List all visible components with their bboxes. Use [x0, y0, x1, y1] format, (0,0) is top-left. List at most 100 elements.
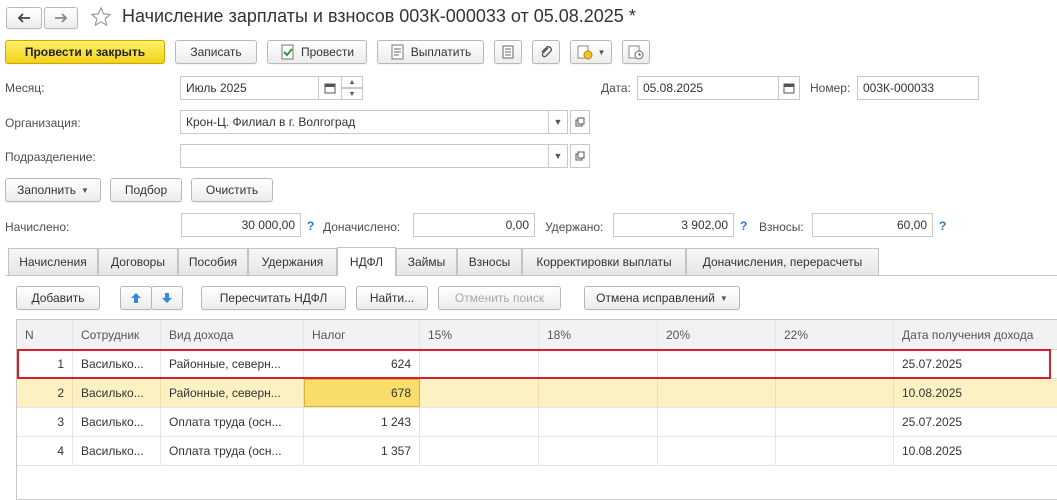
- column-header-n[interactable]: N: [17, 320, 73, 349]
- create-based-on-button[interactable]: ▼: [570, 40, 612, 64]
- cancel-corrections-button[interactable]: Отмена исправлений ▼: [584, 286, 740, 310]
- organization-open-button[interactable]: [570, 110, 590, 134]
- cell-20[interactable]: [658, 379, 776, 407]
- cell-income-date[interactable]: 10.08.2025: [894, 379, 1057, 407]
- accrued-field[interactable]: 30 000,00: [181, 213, 301, 237]
- tab-loans[interactable]: Займы: [396, 248, 457, 275]
- column-header-tax[interactable]: Налог: [304, 320, 420, 349]
- payment-doc-icon: [391, 44, 404, 60]
- save-button[interactable]: Записать: [175, 40, 257, 64]
- cell-employee[interactable]: Василько...: [73, 437, 161, 465]
- column-header-income-date[interactable]: Дата получения дохода: [894, 320, 1057, 349]
- cell-n[interactable]: 4: [17, 437, 73, 465]
- tab-recalculations[interactable]: Доначисления, перерасчеты: [686, 248, 879, 275]
- department-open-button[interactable]: [570, 144, 590, 168]
- column-header-20[interactable]: 20%: [658, 320, 776, 349]
- move-down-button[interactable]: [151, 286, 183, 310]
- number-field[interactable]: 003К-000033: [857, 76, 979, 100]
- favorite-star-icon[interactable]: [90, 6, 112, 28]
- month-spin-down-button[interactable]: ▼: [341, 88, 363, 100]
- back-button[interactable]: [6, 7, 42, 29]
- open-link-icon: [575, 151, 585, 161]
- cell-income-type[interactable]: Районные, северн...: [161, 379, 304, 407]
- forward-button[interactable]: [44, 7, 78, 29]
- cancel-corrections-label: Отмена исправлений: [596, 291, 715, 305]
- select-button[interactable]: Подбор: [110, 178, 182, 202]
- column-header-15[interactable]: 15%: [420, 320, 539, 349]
- tab-withholdings[interactable]: Удержания: [248, 248, 337, 275]
- column-header-employee[interactable]: Сотрудник: [73, 320, 161, 349]
- cell-income-date[interactable]: 10.08.2025: [894, 437, 1057, 465]
- month-calendar-button[interactable]: [318, 76, 342, 100]
- contributions-field[interactable]: 60,00: [812, 213, 933, 237]
- journal-button[interactable]: [494, 40, 522, 64]
- cell-employee[interactable]: Василько...: [73, 379, 161, 407]
- organization-label: Организация:: [5, 116, 81, 130]
- fill-button[interactable]: Заполнить ▼: [5, 178, 101, 202]
- pay-button[interactable]: Выплатить: [377, 40, 484, 64]
- cell-tax[interactable]: 1 243: [304, 408, 420, 436]
- attach-button[interactable]: [532, 40, 560, 64]
- department-field[interactable]: [180, 144, 549, 168]
- cell-18[interactable]: [539, 408, 658, 436]
- cell-20[interactable]: [658, 408, 776, 436]
- calendar-icon: [324, 83, 336, 94]
- chevron-down-icon: ▼: [719, 293, 728, 303]
- contributions-help-icon[interactable]: ?: [939, 219, 946, 233]
- post-button[interactable]: Провести: [267, 40, 367, 64]
- tab-payment-adjustments[interactable]: Корректировки выплаты: [522, 248, 686, 275]
- cell-tax[interactable]: 1 357: [304, 437, 420, 465]
- cell-22[interactable]: [776, 437, 894, 465]
- organization-field[interactable]: Крон-Ц. Филиал в г. Волгоград: [180, 110, 549, 134]
- cancel-search-button[interactable]: Отменить поиск: [438, 286, 561, 310]
- highlight-frame: [17, 349, 1051, 379]
- cell-income-type[interactable]: Оплата труда (осн...: [161, 408, 304, 436]
- table-row[interactable]: 3 Василько... Оплата труда (осн... 1 243…: [17, 408, 1057, 437]
- withheld-help-icon[interactable]: ?: [740, 219, 747, 233]
- table-row[interactable]: 2 Василько... Районные, северн... 678 10…: [17, 379, 1057, 408]
- department-dropdown-button[interactable]: ▼: [548, 144, 568, 168]
- cell-employee[interactable]: Василько...: [73, 408, 161, 436]
- organization-dropdown-button[interactable]: ▼: [548, 110, 568, 134]
- cell-n[interactable]: 2: [17, 379, 73, 407]
- column-header-22[interactable]: 22%: [776, 320, 894, 349]
- chevron-down-icon: ▼: [553, 117, 563, 127]
- report-button[interactable]: [622, 40, 650, 64]
- report-clock-icon: [628, 45, 644, 60]
- cell-15[interactable]: [420, 437, 539, 465]
- tab-accruals[interactable]: Начисления: [8, 248, 98, 275]
- cell-n[interactable]: 3: [17, 408, 73, 436]
- cell-22[interactable]: [776, 408, 894, 436]
- cell-22[interactable]: [776, 379, 894, 407]
- extra-accrued-field[interactable]: 0,00: [413, 213, 535, 237]
- chevron-down-icon: ▼: [597, 47, 606, 57]
- post-and-close-button[interactable]: Провести и закрыть: [5, 40, 165, 64]
- recalculate-ndfl-button[interactable]: Пересчитать НДФЛ: [201, 286, 346, 310]
- clear-button[interactable]: Очистить: [191, 178, 273, 202]
- cell-15[interactable]: [420, 379, 539, 407]
- tab-contributions[interactable]: Взносы: [457, 248, 522, 275]
- date-field[interactable]: 05.08.2025: [637, 76, 779, 100]
- column-header-18[interactable]: 18%: [539, 320, 658, 349]
- column-header-income-type[interactable]: Вид дохода: [161, 320, 304, 349]
- cell-income-type[interactable]: Оплата труда (осн...: [161, 437, 304, 465]
- tab-benefits[interactable]: Пособия: [178, 248, 248, 275]
- find-button[interactable]: Найти...: [356, 286, 428, 310]
- withheld-field[interactable]: 3 902,00: [613, 213, 734, 237]
- tab-ndfl[interactable]: НДФЛ: [337, 247, 396, 276]
- month-spin-up-button[interactable]: ▲: [341, 76, 363, 88]
- cell-income-date[interactable]: 25.07.2025: [894, 408, 1057, 436]
- table-row[interactable]: 4 Василько... Оплата труда (осн... 1 357…: [17, 437, 1057, 466]
- date-label: Дата:: [601, 81, 631, 95]
- accrued-help-icon[interactable]: ?: [307, 219, 314, 233]
- tab-contracts[interactable]: Договоры: [98, 248, 178, 275]
- cell-tax-current[interactable]: 678: [304, 379, 420, 407]
- move-up-button[interactable]: [120, 286, 152, 310]
- cell-20[interactable]: [658, 437, 776, 465]
- cell-15[interactable]: [420, 408, 539, 436]
- add-button[interactable]: Добавить: [16, 286, 100, 310]
- cell-18[interactable]: [539, 379, 658, 407]
- cell-18[interactable]: [539, 437, 658, 465]
- date-calendar-button[interactable]: [778, 76, 800, 100]
- month-field[interactable]: Июль 2025: [180, 76, 319, 100]
